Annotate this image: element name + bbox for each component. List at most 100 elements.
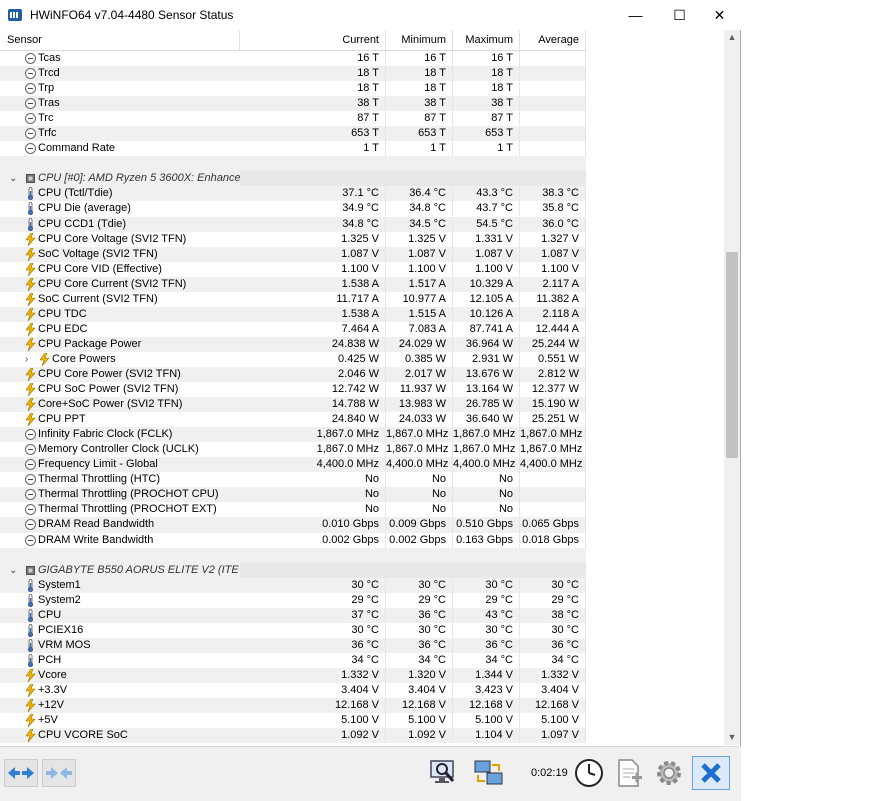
sensor-row[interactable]: SoC Current (SVI2 TFN) 11.717 A 10.977 A 12…	[0, 291, 586, 307]
minimum-value: 1.320 V	[386, 667, 453, 683]
sensor-row[interactable]: Frequency Limit - Global 4,400.0 MHz 4,400…	[0, 457, 586, 473]
sensor-row[interactable]: Thermal Throttling (PROCHOT EXT) No No No	[0, 502, 586, 518]
logging-button[interactable]	[612, 757, 646, 789]
double-arrow-icon	[8, 767, 34, 779]
expand-collapse-right-button[interactable]	[42, 759, 76, 787]
sensor-row[interactable]: CPU CCD1 (Tdie) 34.8 °C 34.5 °C 54.5 °C 36.0…	[0, 216, 586, 232]
collapse-chevron-icon[interactable]: ⌄	[9, 171, 17, 186]
collapse-chevron-icon[interactable]: ⌄	[9, 563, 17, 578]
minimum-value: 38 T	[386, 96, 453, 112]
current-value: No	[240, 487, 386, 503]
sensor-group-row[interactable]: ⌄ CPU [#0]: AMD Ryzen 5 3600X: Enhanced	[0, 171, 586, 187]
sensor-row[interactable]: CPU EDC 7.464 A 7.083 A 87.741 A 12.444 A	[0, 321, 586, 337]
sensor-row[interactable]: +12V 12.168 V 12.168 V 12.168 V 12.168 V	[0, 698, 586, 714]
sensor-row[interactable]: Trp 18 T 18 T 18 T	[0, 81, 586, 97]
minimize-button[interactable]: —	[613, 0, 658, 30]
sensor-row[interactable]: Trc 87 T 87 T 87 T	[0, 111, 586, 127]
current-value: 12.742 W	[240, 382, 386, 398]
column-header: Sensor Current Minimum Maximum Average	[0, 30, 586, 51]
sensor-row[interactable]: CPU (Tctl/Tdie) 37.1 °C 36.4 °C 43.3 °C 38.3…	[0, 186, 586, 202]
expand-collapse-left-button[interactable]	[4, 759, 38, 787]
sensor-row[interactable]: CPU VCORE SoC 1.092 V 1.092 V 1.104 V 1.097 …	[0, 728, 586, 744]
column-header-minimum[interactable]: Minimum	[386, 30, 453, 50]
minus-circle-icon	[25, 128, 36, 140]
minimum-value: 1.087 V	[386, 246, 453, 262]
sensor-row[interactable]: CPU Core VID (Effective) 1.100 V 1.100 V 1.…	[0, 261, 586, 277]
hwinfo-app-icon	[8, 9, 22, 21]
sensor-row[interactable]: CPU 37 °C 36 °C 43 °C 38 °C	[0, 607, 586, 623]
scroll-up-arrow-icon[interactable]: ▲	[724, 32, 740, 42]
sensor-row[interactable]: Tras 38 T 38 T 38 T	[0, 96, 586, 112]
sensor-row[interactable]: CPU Package Power 24.838 W 24.029 W 36.964 …	[0, 336, 586, 352]
reset-timer-button[interactable]	[572, 757, 606, 789]
current-value: 1.092 V	[240, 728, 386, 744]
vertical-scrollbar[interactable]: ▲ ▼	[724, 30, 740, 745]
scroll-down-arrow-icon[interactable]: ▼	[724, 732, 740, 742]
sensor-row[interactable]: CPU PPT 24.840 W 24.033 W 36.640 W 25.251 W	[0, 412, 586, 428]
sensor-row[interactable]: Memory Controller Clock (UCLK) 1,867.0 MH…	[0, 442, 586, 458]
sensor-row[interactable]: Command Rate 1 T1 T1 T	[0, 141, 586, 157]
sensor-row[interactable]: SoC Voltage (SVI2 TFN) 1.087 V 1.087 V 1.08…	[0, 246, 586, 262]
minimum-value: 18 T	[386, 81, 453, 97]
title-bar: HWiNFO64 v7.04-4480 Sensor Status — ☐ ✕	[0, 0, 741, 30]
minimum-value: 1.517 A	[386, 276, 453, 292]
sensor-row[interactable]: CPU Die (average) 34.9 °C 34.8 °C 43.7 °C 35…	[0, 201, 586, 217]
sensor-row[interactable]: Trcd 18 T 18 T 18 T	[0, 66, 586, 82]
gear-icon	[657, 761, 681, 785]
expand-chevron-icon[interactable]: ›	[25, 352, 28, 367]
average-value	[520, 66, 586, 82]
sensor-row[interactable]: System1 30 °C 30 °C 30 °C 30 °C	[0, 577, 586, 593]
minimum-value: 34.5 °C	[386, 216, 453, 232]
maximum-value: 5.100 V	[453, 713, 520, 729]
sensor-row[interactable]: Tcas 16 T 16 T 16 T	[0, 51, 586, 66]
scrollbar-thumb[interactable]	[726, 252, 738, 458]
minimum-value: 2.017 W	[386, 366, 453, 382]
sensor-row[interactable]: Vcore 1.332 V 1.320 V 1.344 V 1.332 V	[0, 667, 586, 683]
sensor-row[interactable]: CPU SoC Power (SVI2 TFN) 12.742 W 11.937 W…	[0, 382, 586, 398]
report-button[interactable]	[427, 757, 461, 789]
network-button[interactable]	[472, 757, 506, 789]
sensor-row[interactable]: Trfc 653 T 653 T 653 T	[0, 126, 586, 142]
sensor-name: CPU SoC Power (SVI2 TFN)	[38, 383, 179, 396]
sensor-row[interactable]: CPU Core Power (SVI2 TFN) 2.046 W 2.017 W1…	[0, 366, 586, 383]
minus-circle-icon	[25, 113, 36, 125]
exit-button[interactable]	[692, 756, 730, 790]
sensor-row[interactable]: › Core Powers 0.425 W 0.385 W 2.931 W 0.551 W	[0, 351, 586, 367]
average-value: 1.327 V	[520, 231, 586, 247]
average-value: 3.404 V	[520, 682, 586, 698]
column-header-sensor[interactable]: Sensor	[0, 30, 240, 50]
thermometer-icon	[25, 653, 36, 667]
settings-button[interactable]	[652, 757, 686, 789]
sensor-row[interactable]: CPU Core Current (SVI2 TFN) 1.538 A 1.517 …	[0, 276, 586, 292]
sensor-row[interactable]: DRAM Write Bandwidth 0.002 Gbps 0.002 Gbps…	[0, 532, 586, 548]
maximize-button[interactable]: ☐	[657, 0, 702, 30]
sensor-row[interactable]: PCIEX16 30 °C 30 °C 30 °C 30 °C	[0, 622, 586, 638]
maximum-value: 18 T	[453, 81, 520, 97]
elapsed-timer: 0:02:19	[531, 767, 568, 779]
column-header-average[interactable]: Average	[520, 30, 586, 50]
sensor-row[interactable]: Core+SoC Power (SVI2 TFN) 14.788 W 13.983 …	[0, 397, 586, 413]
lightning-bolt-icon	[25, 292, 36, 306]
sensor-row[interactable]: CPU TDC 1.538 A 1.515 A 10.126 A 2.118 A	[0, 306, 586, 322]
minimum-value: 36.4 °C	[386, 186, 453, 202]
sensor-name: PCH	[38, 653, 62, 666]
sensor-row[interactable]: +5V 5.100 V 5.100 V 5.100 V 5.100 V	[0, 713, 586, 729]
maximum-value: 36.640 W	[453, 412, 520, 428]
sensor-row[interactable]: System2 29 °C 29 °C 29 °C 29 °C	[0, 592, 586, 608]
sensor-row[interactable]: Infinity Fabric Clock (FCLK) 1,867.0 MHz 1…	[0, 427, 586, 443]
sensor-row[interactable]: DRAM Read Bandwidth 0.010 Gbps 0.009 Gbps 0…	[0, 517, 586, 533]
column-header-maximum[interactable]: Maximum	[453, 30, 520, 50]
sensor-row[interactable]: Thermal Throttling (PROCHOT CPU) No No No	[0, 487, 586, 503]
sensor-name: CPU CCD1 (Tdie)	[38, 217, 127, 230]
sensor-row[interactable]: CPU Core Voltage (SVI2 TFN) 1.325 V 1.325 …	[0, 231, 586, 247]
average-value	[520, 51, 586, 66]
close-window-button[interactable]: ✕	[697, 0, 742, 30]
sensor-row[interactable]: PCH 34 °C 34 °C 34 °C 34 °C	[0, 652, 586, 668]
minimum-value: 0.002 Gbps	[386, 532, 453, 548]
column-header-current[interactable]: Current	[240, 30, 386, 50]
sensor-row[interactable]: Thermal Throttling (HTC) No No No	[0, 472, 586, 488]
sensor-row[interactable]: +3.3V 3.404 V 3.404 V 3.423 V 3.404 V	[0, 682, 586, 698]
minus-circle-icon	[25, 429, 36, 441]
sensor-row[interactable]: VRM MOS 36 °C 36 °C 36 °C 36 °C	[0, 637, 586, 653]
sensor-group-row[interactable]: ⌄ GIGABYTE B550 AORUS ELITE V2 (ITE IT868…	[0, 562, 586, 578]
